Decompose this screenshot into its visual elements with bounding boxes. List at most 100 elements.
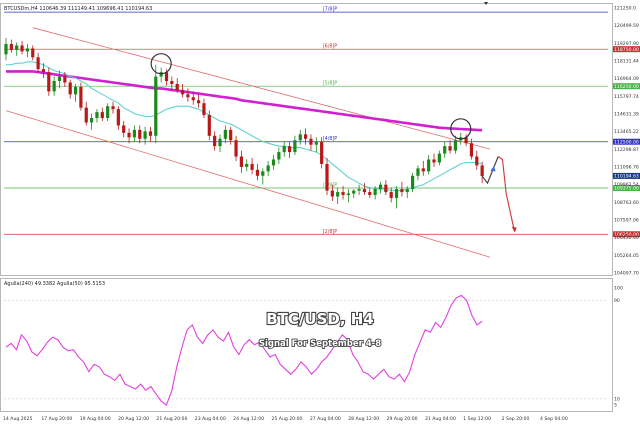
- bear-candle: [36, 57, 40, 70]
- bull-candle: [411, 175, 415, 190]
- bull-candle: [261, 171, 265, 176]
- time-tick-label: 24 Aug 12:00: [233, 416, 264, 422]
- bear-candle: [170, 81, 174, 84]
- price-tick-label: 108763.60: [614, 200, 639, 206]
- bull-candle: [95, 112, 99, 119]
- bear-candle: [20, 45, 24, 52]
- bull-candle: [373, 189, 377, 196]
- bear-candle: [127, 132, 131, 138]
- murrey-level-label: [2/8]P: [323, 229, 337, 235]
- price-tick-label: 115797.74: [614, 94, 639, 100]
- bear-candle: [180, 89, 185, 95]
- murrey-price-box-text: 118750.00: [614, 47, 639, 53]
- bull-candle: [143, 131, 147, 139]
- bear-candle: [239, 156, 243, 167]
- bear-candle: [79, 86, 83, 108]
- time-tick-label: 31 Aug 04:00: [425, 416, 456, 422]
- bull-candle: [266, 165, 270, 172]
- time-tick-label: 19 Aug 04:00: [80, 416, 111, 422]
- bear-candle: [68, 82, 72, 95]
- bear-candle: [330, 190, 334, 197]
- bear-candle: [362, 189, 367, 193]
- bull-candle: [453, 140, 457, 151]
- overlay-title: BTC/USD, H4: [266, 310, 374, 328]
- bear-candle: [234, 140, 238, 157]
- bull-candle: [427, 159, 431, 172]
- price-tick-label: 116964.09: [614, 76, 639, 82]
- murrey-level-label: [3/8]P: [323, 182, 337, 188]
- time-tick-label: 23 Aug 04:00: [195, 416, 226, 422]
- bull-candle: [314, 141, 318, 145]
- bear-candle: [368, 192, 372, 196]
- bear-candle: [111, 106, 115, 110]
- bear-candle: [304, 134, 308, 139]
- bull-candle: [357, 189, 361, 191]
- bull-candle: [245, 163, 249, 167]
- bull-candle: [90, 118, 94, 123]
- price-tick-label: 111096.76: [614, 165, 639, 171]
- bear-candle: [309, 138, 313, 145]
- bear-candle: [320, 141, 324, 164]
- bear-candle: [47, 72, 51, 92]
- bull-candle: [378, 184, 383, 190]
- bear-candle: [186, 94, 190, 98]
- overlay-subtitle: Signal For September 4-8: [259, 339, 381, 349]
- bull-candle: [271, 159, 276, 166]
- bull-candle: [218, 138, 222, 147]
- bull-candle: [277, 152, 281, 160]
- bull-candle: [106, 106, 110, 119]
- oscillator-tick-label: 100: [614, 286, 623, 292]
- price-tick-label: 109962.54: [614, 182, 639, 188]
- bear-candle: [448, 146, 452, 151]
- bear-candle: [41, 69, 46, 73]
- bear-candle: [325, 163, 329, 191]
- murrey-level-label: [5/8]P: [323, 81, 337, 87]
- murrey-level-label: [4/8]P: [323, 136, 337, 142]
- bear-candle: [31, 48, 35, 58]
- bear-candle: [84, 107, 88, 123]
- bear-candle: [164, 72, 169, 82]
- oscillator-tick-label: 5: [614, 403, 617, 409]
- price-tick-label: 112298.87: [614, 147, 639, 153]
- bear-candle: [148, 131, 153, 136]
- bear-candle: [9, 43, 13, 50]
- price-axis: 118750.00116250.00112500.00109375.001062…: [613, 6, 640, 277]
- bear-candle: [250, 163, 254, 170]
- oscillator-tick-label: 90: [614, 298, 620, 304]
- bull-candle: [25, 48, 29, 52]
- murrey-level-label: [7/8]P: [323, 7, 337, 13]
- bear-candle: [469, 143, 474, 157]
- murrey-price-box-text: 116250.00: [614, 84, 639, 90]
- bear-candle: [255, 169, 260, 176]
- bear-candle: [389, 192, 393, 198]
- chart-background: [0, 0, 640, 427]
- time-axis: 14 Aug 2025 17 Aug 20:00 19 Aug 04:00 20 Au…: [3, 416, 568, 422]
- murrey-price-box-text: 112500.00: [614, 139, 639, 145]
- time-tick-label: 4 Sep 04:00: [540, 416, 568, 422]
- bear-candle: [341, 192, 345, 196]
- time-tick-label: 2 Sep 20:00: [502, 416, 530, 422]
- murrey-level-label: [6/8]P: [323, 44, 337, 50]
- bear-candle: [207, 115, 211, 136]
- bear-candle: [400, 189, 404, 193]
- price-tick-label: 118131.44: [614, 59, 639, 65]
- time-tick-label: 27 Aug 04:00: [310, 416, 341, 422]
- bull-candle: [416, 168, 420, 176]
- price-tick-label: 121250.0: [614, 6, 636, 12]
- bear-candle: [116, 109, 120, 126]
- time-tick-label: 14 Aug 2025: [3, 416, 33, 422]
- bear-candle: [213, 135, 217, 147]
- bull-candle: [282, 146, 286, 153]
- bear-candle: [229, 129, 233, 141]
- price-tick-label: 114631.39: [614, 112, 639, 118]
- bull-candle: [57, 76, 62, 82]
- bear-candle: [100, 112, 104, 119]
- bull-candle: [298, 134, 302, 141]
- bear-candle: [175, 83, 179, 90]
- bull-candle: [159, 72, 163, 77]
- bull-candle: [154, 76, 158, 136]
- price-tick-label: 104097.70: [614, 271, 639, 277]
- bear-candle: [122, 125, 126, 133]
- bull-candle: [352, 190, 356, 194]
- bear-candle: [384, 184, 388, 193]
